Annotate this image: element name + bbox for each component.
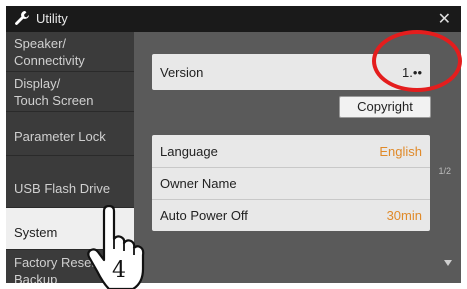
auto-power-off-row[interactable]: Auto Power Off 30min [152, 199, 430, 231]
auto-power-off-value: 30min [386, 208, 422, 223]
sidebar-item-parameter-lock[interactable]: Parameter Lock [6, 112, 134, 156]
version-label: Version [160, 65, 204, 80]
sidebar-item-speaker-connectivity[interactable]: Speaker/ Connectivity [6, 32, 134, 72]
language-value: English [379, 144, 422, 159]
auto-power-off-label: Auto Power Off [160, 208, 248, 223]
highlight-circle [372, 30, 462, 92]
sidebar-item-usb-flash-drive[interactable]: USB Flash Drive [6, 156, 134, 208]
owner-name-label: Owner Name [160, 176, 237, 191]
window-title: Utility [36, 11, 68, 26]
title-bar: Utility ✕ [6, 6, 461, 32]
copyright-button[interactable]: Copyright [339, 96, 431, 118]
step-number: 4 [112, 258, 126, 283]
page-indicator: 1/2 [438, 166, 451, 176]
settings-panel: Language English Owner Name Auto Power O… [152, 135, 430, 231]
language-row[interactable]: Language English [152, 135, 430, 168]
owner-name-row[interactable]: Owner Name [152, 167, 430, 200]
scroll-down-arrow-icon[interactable] [444, 260, 452, 266]
language-label: Language [160, 144, 218, 159]
wrench-icon [15, 11, 29, 25]
close-icon[interactable]: ✕ [438, 9, 451, 29]
sidebar-item-display-touch-screen[interactable]: Display/ Touch Screen [6, 72, 134, 112]
